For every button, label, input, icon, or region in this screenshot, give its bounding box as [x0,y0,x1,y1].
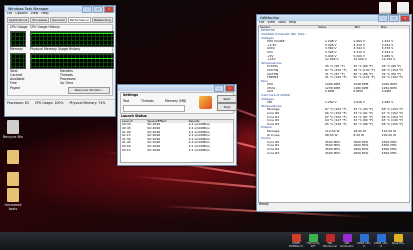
tab-strip: Applications Processes Services Performa… [5,16,115,24]
settings-label: Settings [123,93,139,97]
taskbar-item-label: CPMB PWMBench [288,242,304,248]
app-icon [393,234,403,242]
app-icon [291,234,301,242]
tab-services[interactable]: Services [50,16,67,23]
kernel-memory-paged: Paged [10,85,20,90]
taskbar-item[interactable]: MSI Afterburner [322,233,338,249]
close-button[interactable]: x [400,15,410,22]
menu-tools[interactable]: Tools [278,20,286,25]
app-logo-icon [199,96,212,109]
taskbar: CPMB PWMBench HWConfig SPT MSI Afterburner… [0,232,413,250]
taskbar-item-label: CPMB CPU-Z [356,242,372,248]
folder-icon [7,150,19,164]
hwmonitor-titlebar[interactable]: HWMonitor – □ x [257,15,411,22]
taskbar-item[interactable]: CPMB PWMBench [288,233,304,249]
sensor-rows: DESKTOP ASUSTeK Computer INC. Max... Volta… [259,29,409,155]
folder-icon [7,188,19,202]
taskbar-item[interactable]: CPMB CPU-Z [373,233,389,249]
menu-file[interactable]: File [7,11,12,16]
cell: 02:15 [122,147,131,152]
status-bar: Ready [259,201,269,206]
desktop-icon-recycle-bin[interactable]: Recycle Bin [2,120,24,139]
taskbar-item[interactable]: MSI Kombustor [339,233,355,249]
taskbar-item-label: MSI Kombustor [340,242,354,248]
taskbar-item-label: MSI Afterburner [322,242,338,248]
setting-test: Test [123,99,130,103]
memory-history-graph [30,52,114,69]
status-cpu: CPU Usage: 100% [34,100,64,105]
taskbar-item[interactable]: CPMB CPU-Z [356,233,372,249]
app-icon [359,234,369,242]
sensor-min: 1600 MHz [353,150,369,155]
recycle-bin-icon [7,120,19,134]
benchmark-titlebar[interactable]: – x [118,85,236,92]
menu-help[interactable]: Help [289,20,296,25]
app-icon [325,234,335,242]
setting-threads: Threads [141,99,154,103]
tab-processes[interactable]: Processes [30,16,50,23]
sensor-name: Core #3 [267,150,280,155]
status-processes: Processes: 63 [7,100,29,105]
cpu-usage-label: CPU Usage [10,24,28,29]
tab-performance[interactable]: Performance [67,16,91,23]
status-bar: Processes: 63 CPU Usage: 100% Physical M… [5,98,115,108]
desktop-icon-label: Recycle Bin [2,135,24,139]
sensor-max: 4500 MHz [381,150,397,155]
app-icon [342,234,352,242]
benchmark-window[interactable]: – x Settings Test Threads Memory (MB) Sta… [117,84,237,166]
minimize-button[interactable]: – [378,15,388,22]
task-manager-titlebar[interactable]: Windows Task Manager – □ x [5,6,115,13]
maximize-button[interactable]: □ [389,15,399,22]
menu-help[interactable]: Help [41,11,48,16]
desktop-icon-label: Unnamed tools [4,203,22,211]
window-title: HWMonitor [260,16,280,20]
desktop-icon-folder[interactable] [2,172,24,187]
cpu-usage-meter [10,30,26,47]
taskbar-item-label: HWConfig SPT [306,242,320,248]
taskbar-item-label: CPMB CPU-Z [373,242,389,248]
sensor-value: 4500 MHz [325,150,341,155]
minimize-button[interactable]: – [214,85,224,92]
taskbar-item[interactable]: SpeedFan [390,233,406,249]
cpu-history-graph [30,30,114,47]
menu-options[interactable]: Options [15,11,27,16]
memory-meter [10,52,26,69]
status-memory: Physical Memory: 74% [69,100,106,105]
desktop-icon-folder[interactable] [2,150,24,165]
maximize-button[interactable]: □ [93,6,103,13]
setting-memory: Memory (MB) [165,99,187,103]
results-row[interactable]: 02:15 SO 4096 2.2 s/100Mb/s [121,147,233,153]
minimize-button[interactable]: – [82,6,92,13]
menu-view[interactable]: View [31,11,39,16]
desktop-icon-unnamed-tools[interactable]: Unnamed tools [2,188,24,211]
tab-networking[interactable]: Networking [91,16,113,23]
start-button[interactable]: Start [217,95,237,103]
system-uptime: Up Time [60,80,74,85]
resource-monitor-button[interactable]: Resource Monitor... [68,86,110,94]
menu-file[interactable]: File [259,20,264,25]
sensor-tree[interactable]: Sensor Value Min Max DESKTOP ASUSTeK Comp… [258,24,410,203]
settings-input[interactable] [123,105,185,112]
cell: SO 4096 [147,147,161,152]
window-title: Windows Task Manager [8,7,49,11]
results-list[interactable]: Launch Speed/Effect Results 00:30 SO 4096… [120,118,234,163]
tab-applications[interactable]: Applications [7,16,30,23]
close-button[interactable]: x [104,6,114,13]
taskbar-item[interactable]: HWConfig SPT [305,233,321,249]
cell: 2.2 s/100Mb/s [188,147,210,152]
hwmonitor-window[interactable]: HWMonitor – □ x File View Tools Help Senso… [256,14,412,212]
app-icon [308,234,318,242]
folder-icon [7,172,19,186]
menu-view[interactable]: View [267,20,275,25]
memory-history-label: Physical Memory Usage History [30,46,81,51]
task-manager-window[interactable]: Windows Task Manager – □ x File Options Vi… [4,5,116,117]
sensor-row[interactable]: Core #3 4500 MHz 1600 MHz 4500 MHz [259,150,409,156]
app-icon [376,234,386,242]
cpu-history-label: CPU Usage History [30,24,60,29]
memory-label: Memory [10,46,23,51]
taskbar-item-label: SpeedFan [391,242,405,245]
close-button[interactable]: x [225,85,235,92]
stop-button[interactable]: Stop [217,103,237,111]
